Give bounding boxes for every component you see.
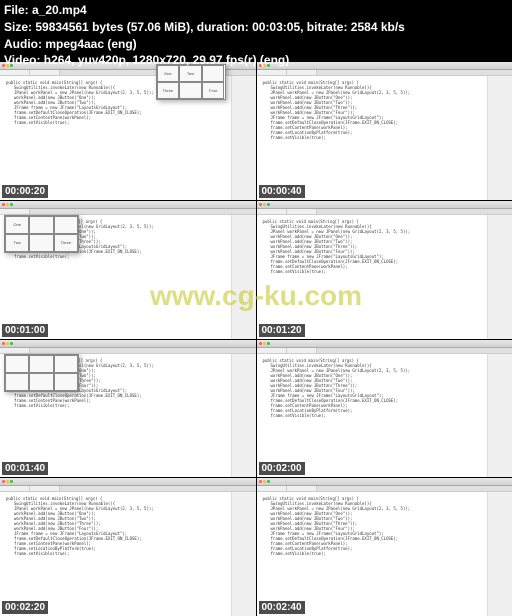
ide-toolbar (257, 478, 512, 486)
audio-line: Audio: mpeg4aac (eng) (4, 36, 405, 53)
thumbnail-grid: public static void main(String[] args) {… (0, 62, 512, 616)
code-editor[interactable]: public static void main(String[] args) {… (257, 215, 512, 339)
close-dot-icon (2, 203, 5, 206)
min-dot-icon (6, 342, 9, 345)
editor-tab[interactable] (287, 209, 317, 214)
editor-tab[interactable] (0, 486, 30, 491)
code-line: frame.setVisible(true); (6, 254, 250, 259)
ide-sidebar (231, 76, 256, 200)
max-dot-icon (10, 480, 13, 483)
java-button[interactable]: Three (54, 234, 78, 252)
java-button[interactable] (29, 373, 53, 391)
editor-tab[interactable] (0, 348, 30, 353)
ide-sidebar (231, 354, 256, 478)
ide-toolbar (0, 478, 256, 486)
min-dot-icon (263, 342, 266, 345)
java-gui-window[interactable]: One Two Three (4, 215, 79, 253)
frame-timestamp: 00:02:40 (259, 601, 305, 614)
video-line: Video: h264, yuv420p, 1280x720, 29.97 fp… (4, 52, 405, 69)
code-editor[interactable]: public static void main(String[] args) {… (257, 492, 512, 616)
media-metadata: File: a_20.mp4 Size: 59834561 bytes (57.… (0, 0, 409, 71)
min-dot-icon (6, 203, 9, 206)
ide-toolbar (0, 201, 256, 209)
code-line: frame.setVisible(true); (6, 551, 250, 556)
min-dot-icon (263, 480, 266, 483)
editor-tab[interactable] (0, 209, 30, 214)
java-button[interactable] (179, 82, 202, 99)
frame-timestamp: 00:01:20 (259, 324, 305, 337)
java-button[interactable] (29, 216, 53, 234)
ide-toolbar (257, 201, 512, 209)
max-dot-icon (267, 342, 270, 345)
frame-timestamp: 00:02:00 (259, 462, 305, 475)
close-dot-icon (259, 203, 262, 206)
java-button[interactable]: Four (202, 82, 225, 99)
max-dot-icon (267, 480, 270, 483)
ide-sidebar (487, 215, 512, 339)
ide-sidebar (487, 76, 512, 200)
ide-toolbar (257, 340, 512, 348)
size-line: Size: 59834561 bytes (57.06 MiB), durati… (4, 19, 405, 36)
max-dot-icon (10, 203, 13, 206)
file-line: File: a_20.mp4 (4, 2, 405, 19)
close-dot-icon (2, 342, 5, 345)
video-frame: public static void main(String[] args) {… (0, 201, 256, 339)
code-editor[interactable]: public static void main(String[] args) {… (257, 76, 512, 200)
code-line: frame.setVisible(true); (263, 551, 507, 556)
java-gui-window[interactable] (4, 354, 79, 392)
java-button[interactable]: One (5, 216, 29, 234)
frame-timestamp: 00:01:40 (2, 462, 48, 475)
video-frame: public static void main(String[] args) {… (257, 340, 512, 478)
ide-sidebar (487, 354, 512, 478)
close-dot-icon (2, 480, 5, 483)
code-line: frame.setVisible(true); (263, 269, 507, 274)
java-button[interactable] (54, 373, 78, 391)
min-dot-icon (6, 480, 9, 483)
editor-tab[interactable] (257, 486, 287, 491)
video-frame: public static void main(String[] args) {… (0, 62, 256, 200)
java-button[interactable] (5, 355, 29, 373)
frame-timestamp: 00:00:20 (2, 185, 48, 198)
java-button[interactable]: Three (157, 82, 180, 99)
code-line: frame.setVisible(true); (6, 120, 250, 125)
code-editor[interactable]: public static void main(String[] args) {… (0, 492, 256, 616)
java-button[interactable] (54, 216, 78, 234)
video-frame: public static void main(String[] args) {… (0, 478, 256, 616)
code-line: frame.setVisible(true); (263, 413, 507, 418)
video-frame: public static void main(String[] args) {… (257, 478, 512, 616)
java-button[interactable]: Two (5, 234, 29, 252)
ide-sidebar (231, 492, 256, 616)
code-line: frame.setVisible(true); (263, 135, 507, 140)
java-button[interactable] (54, 355, 78, 373)
editor-tab[interactable] (257, 348, 287, 353)
frame-timestamp: 00:01:00 (2, 324, 48, 337)
ide-sidebar (487, 492, 512, 616)
code-line: frame.setVisible(true); (6, 403, 250, 408)
java-button[interactable] (29, 355, 53, 373)
editor-tab[interactable] (30, 486, 60, 491)
java-button[interactable] (29, 234, 53, 252)
editor-tab[interactable] (287, 348, 317, 353)
java-button[interactable] (5, 373, 29, 391)
frame-timestamp: 00:02:20 (2, 601, 48, 614)
close-dot-icon (259, 342, 262, 345)
close-dot-icon (259, 480, 262, 483)
video-frame: public static void main(String[] args) {… (0, 340, 256, 478)
frame-timestamp: 00:00:40 (259, 185, 305, 198)
min-dot-icon (263, 203, 266, 206)
ide-toolbar (0, 340, 256, 348)
max-dot-icon (10, 342, 13, 345)
video-frame: public static void main(String[] args) {… (257, 201, 512, 339)
max-dot-icon (267, 203, 270, 206)
editor-tab[interactable] (287, 486, 317, 491)
video-frame: public static void main(String[] args) {… (257, 62, 512, 200)
ide-sidebar (231, 215, 256, 339)
editor-tab[interactable] (257, 209, 287, 214)
code-editor[interactable]: public static void main(String[] args) {… (257, 354, 512, 478)
